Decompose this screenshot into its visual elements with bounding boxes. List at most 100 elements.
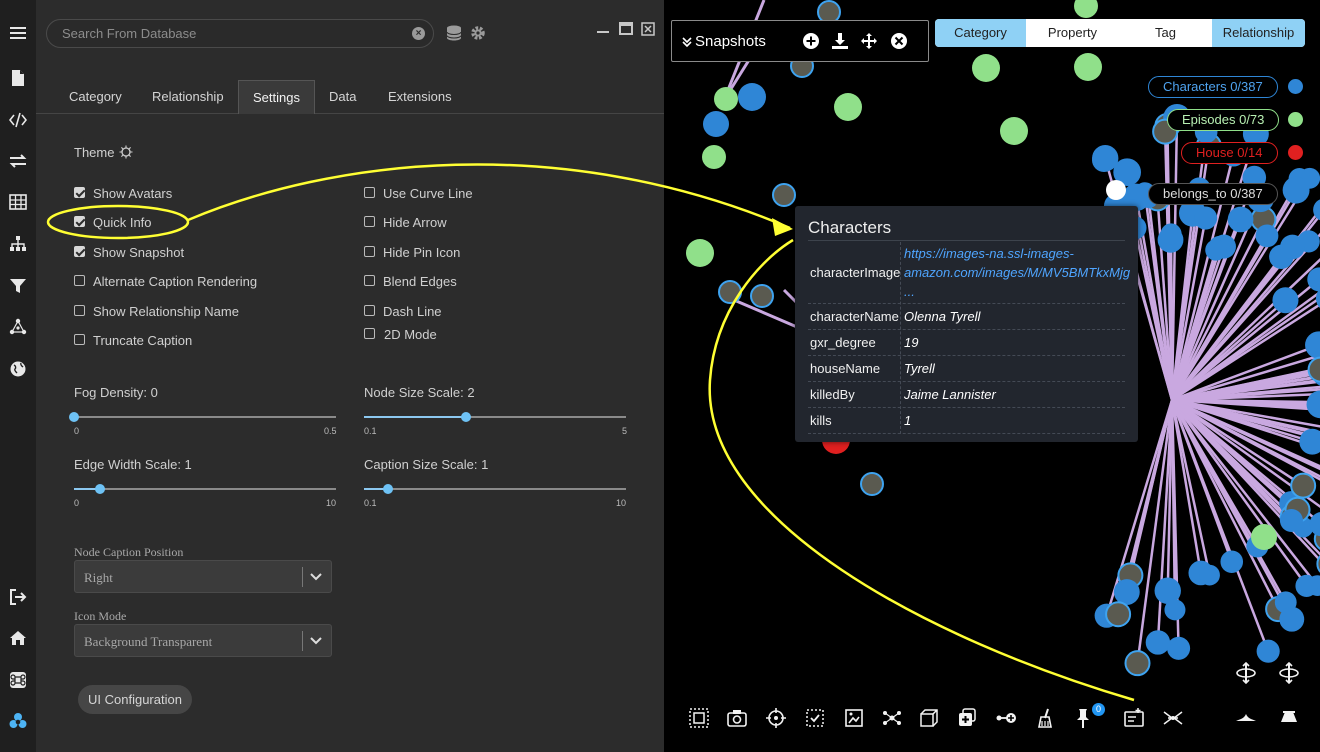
table-icon[interactable]: [0, 187, 36, 217]
truncate-caption-checkbox[interactable]: [74, 334, 85, 345]
tab-extensions[interactable]: Extensions: [374, 80, 466, 114]
rotate-vertical-icon[interactable]: [1278, 661, 1300, 685]
graph-node[interactable]: [1256, 639, 1280, 663]
download-icon[interactable]: [831, 32, 849, 50]
graph-node[interactable]: [1280, 234, 1305, 260]
graph-node[interactable]: [1290, 472, 1317, 499]
close-snapshots-icon[interactable]: [890, 32, 908, 50]
graph-node[interactable]: [1113, 579, 1140, 605]
code-icon[interactable]: [0, 105, 36, 135]
graph-node[interactable]: [1092, 148, 1116, 172]
icon-mode-select[interactable]: Background Transparent: [74, 624, 332, 657]
graph-node[interactable]: [702, 145, 726, 169]
edge-width-scale-slider[interactable]: [74, 484, 336, 494]
info-card-icon[interactable]: [1123, 707, 1145, 729]
graph-node[interactable]: [1106, 180, 1126, 200]
graph-node[interactable]: [714, 87, 738, 111]
graph-node[interactable]: [772, 183, 796, 207]
fog-density-thumb[interactable]: [69, 412, 79, 422]
show-relationship-name-checkbox[interactable]: [74, 305, 85, 316]
document-icon[interactable]: [0, 63, 36, 93]
collapse-chevrons-icon[interactable]: [681, 35, 693, 48]
hierarchy-icon[interactable]: [0, 229, 36, 259]
database-icon[interactable]: [445, 24, 463, 42]
graph-node[interactable]: [1160, 223, 1182, 245]
graph-node[interactable]: [1074, 53, 1102, 81]
legend-episodes[interactable]: Episodes 0/73: [1167, 109, 1280, 131]
ui-configuration-button[interactable]: UI Configuration: [78, 685, 192, 714]
command-icon[interactable]: [0, 665, 36, 695]
hide-pin-icon-checkbox[interactable]: [364, 246, 375, 257]
graph-node[interactable]: [1220, 550, 1244, 574]
graph-node[interactable]: [860, 472, 884, 496]
graph-node[interactable]: [1295, 574, 1318, 597]
graph-node[interactable]: [703, 111, 729, 137]
node-size-scale-thumb[interactable]: [461, 412, 471, 422]
swap-arrows-icon[interactable]: [0, 146, 36, 176]
graph-node[interactable]: [1164, 599, 1186, 621]
2d-mode-checkbox[interactable]: [364, 328, 375, 339]
graph-node[interactable]: [972, 54, 1000, 82]
add-edge-icon[interactable]: [995, 707, 1017, 729]
rotate-horizontal-icon[interactable]: [1235, 661, 1257, 685]
cube-frame-icon[interactable]: [918, 707, 940, 729]
tilt-down-icon[interactable]: [1235, 707, 1257, 729]
quick-info-checkbox[interactable]: [74, 216, 85, 227]
fog-density-slider[interactable]: [69, 412, 336, 422]
tab-data[interactable]: Data: [315, 80, 370, 114]
camera-icon[interactable]: [726, 707, 748, 729]
logout-icon[interactable]: [0, 582, 36, 612]
graph-node[interactable]: [750, 284, 774, 308]
minimize-icon[interactable]: [596, 22, 610, 36]
graph-node[interactable]: [1205, 239, 1227, 261]
graph-node[interactable]: [1000, 117, 1028, 145]
node-size-scale-slider[interactable]: [364, 412, 626, 422]
graph-node[interactable]: [686, 239, 714, 267]
tab-settings[interactable]: Settings: [238, 80, 315, 114]
legend-belongs-to[interactable]: belongs_to 0/387: [1148, 183, 1278, 205]
dash-line-checkbox[interactable]: [364, 305, 375, 316]
legend-characters[interactable]: Characters 0/387: [1148, 76, 1278, 98]
graph-node[interactable]: [1105, 601, 1132, 628]
pin-icon[interactable]: [1072, 707, 1094, 729]
graph-node[interactable]: [1199, 564, 1220, 586]
gear-icon[interactable]: [469, 24, 487, 42]
move-icon[interactable]: [860, 32, 878, 50]
filter-tab-property[interactable]: Property: [1026, 19, 1119, 47]
graph-node[interactable]: [1251, 524, 1277, 550]
graph-node[interactable]: [1167, 636, 1191, 660]
search-input[interactable]: Search From Database ×: [46, 19, 434, 48]
theme-toggle-icon[interactable]: [119, 145, 133, 159]
filter-tab-tag[interactable]: Tag: [1119, 19, 1212, 47]
chevron-down-icon[interactable]: [309, 633, 323, 647]
add-snapshot-icon[interactable]: [802, 32, 820, 50]
graph-node[interactable]: [738, 83, 766, 111]
graph-node[interactable]: [1227, 206, 1254, 233]
maximize-icon[interactable]: [619, 22, 633, 36]
show-snapshot-checkbox[interactable]: [74, 246, 85, 257]
graph-node[interactable]: [1279, 606, 1305, 632]
blend-edges-checkbox[interactable]: [364, 275, 375, 286]
graph-node[interactable]: [1194, 206, 1218, 230]
graph-node[interactable]: [1305, 331, 1320, 359]
legend-house[interactable]: House 0/14: [1181, 142, 1278, 164]
hide-arrow-checkbox[interactable]: [364, 216, 375, 227]
tilt-up-icon[interactable]: [1278, 707, 1300, 729]
use-curve-line-checkbox[interactable]: [364, 187, 375, 198]
globe-icon[interactable]: [0, 354, 36, 384]
graph-node[interactable]: [834, 93, 862, 121]
chevron-down-icon[interactable]: [309, 569, 323, 583]
caption-size-scale-thumb[interactable]: [383, 484, 393, 494]
show-avatars-checkbox[interactable]: [74, 187, 85, 198]
graph-node[interactable]: [1279, 509, 1303, 533]
hamburger-menu-icon[interactable]: [0, 18, 36, 48]
alternate-caption-checkbox[interactable]: [74, 275, 85, 286]
graph-node[interactable]: [1074, 0, 1098, 18]
graph-node[interactable]: [1124, 650, 1151, 677]
filter-tab-category[interactable]: Category: [935, 19, 1026, 47]
network-icon[interactable]: [0, 312, 36, 342]
close-window-icon[interactable]: [641, 22, 655, 36]
graph-node[interactable]: [1145, 630, 1171, 655]
select-check-icon[interactable]: [804, 707, 826, 729]
graph-node[interactable]: [718, 280, 742, 304]
